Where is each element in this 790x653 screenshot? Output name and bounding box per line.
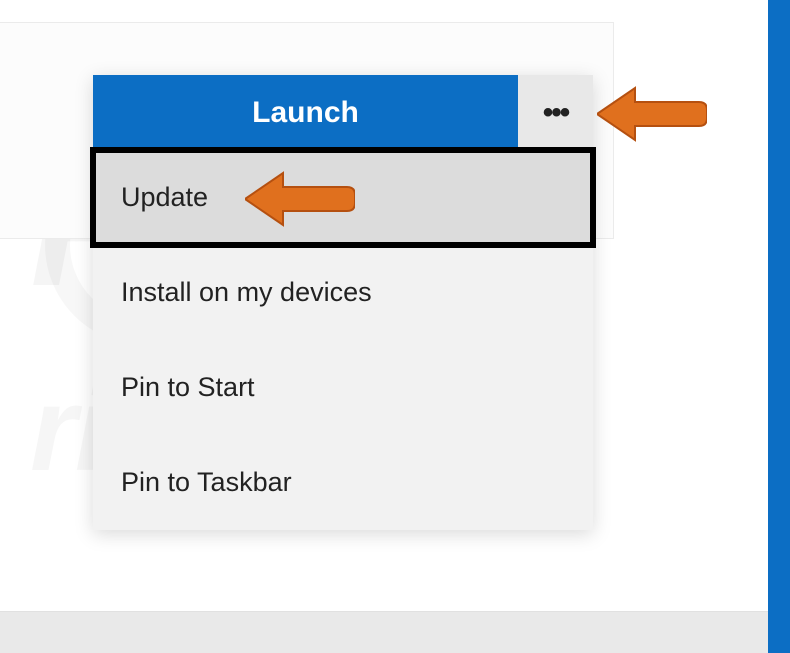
arrow-icon-update xyxy=(245,167,355,231)
launch-row: Launch ••• xyxy=(93,75,593,150)
menu-item-label: Update xyxy=(121,182,208,213)
launch-button[interactable]: Launch xyxy=(93,75,518,150)
bottom-panel xyxy=(0,611,768,653)
arrow-icon-more xyxy=(597,82,707,146)
menu-item-pin-taskbar[interactable]: Pin to Taskbar xyxy=(93,435,593,530)
more-button[interactable]: ••• xyxy=(518,75,593,150)
menu-item-pin-start[interactable]: Pin to Start xyxy=(93,340,593,435)
sidebar-stripe xyxy=(768,0,790,653)
launch-label: Launch xyxy=(252,96,359,130)
menu-item-install-devices[interactable]: Install on my devices xyxy=(93,245,593,340)
menu-item-label: Pin to Start xyxy=(121,372,255,403)
dropdown-menu: Launch ••• Update Install on my devices … xyxy=(93,75,593,530)
menu-item-label: Pin to Taskbar xyxy=(121,467,292,498)
more-icon: ••• xyxy=(543,96,569,130)
menu-item-label: Install on my devices xyxy=(121,277,372,308)
